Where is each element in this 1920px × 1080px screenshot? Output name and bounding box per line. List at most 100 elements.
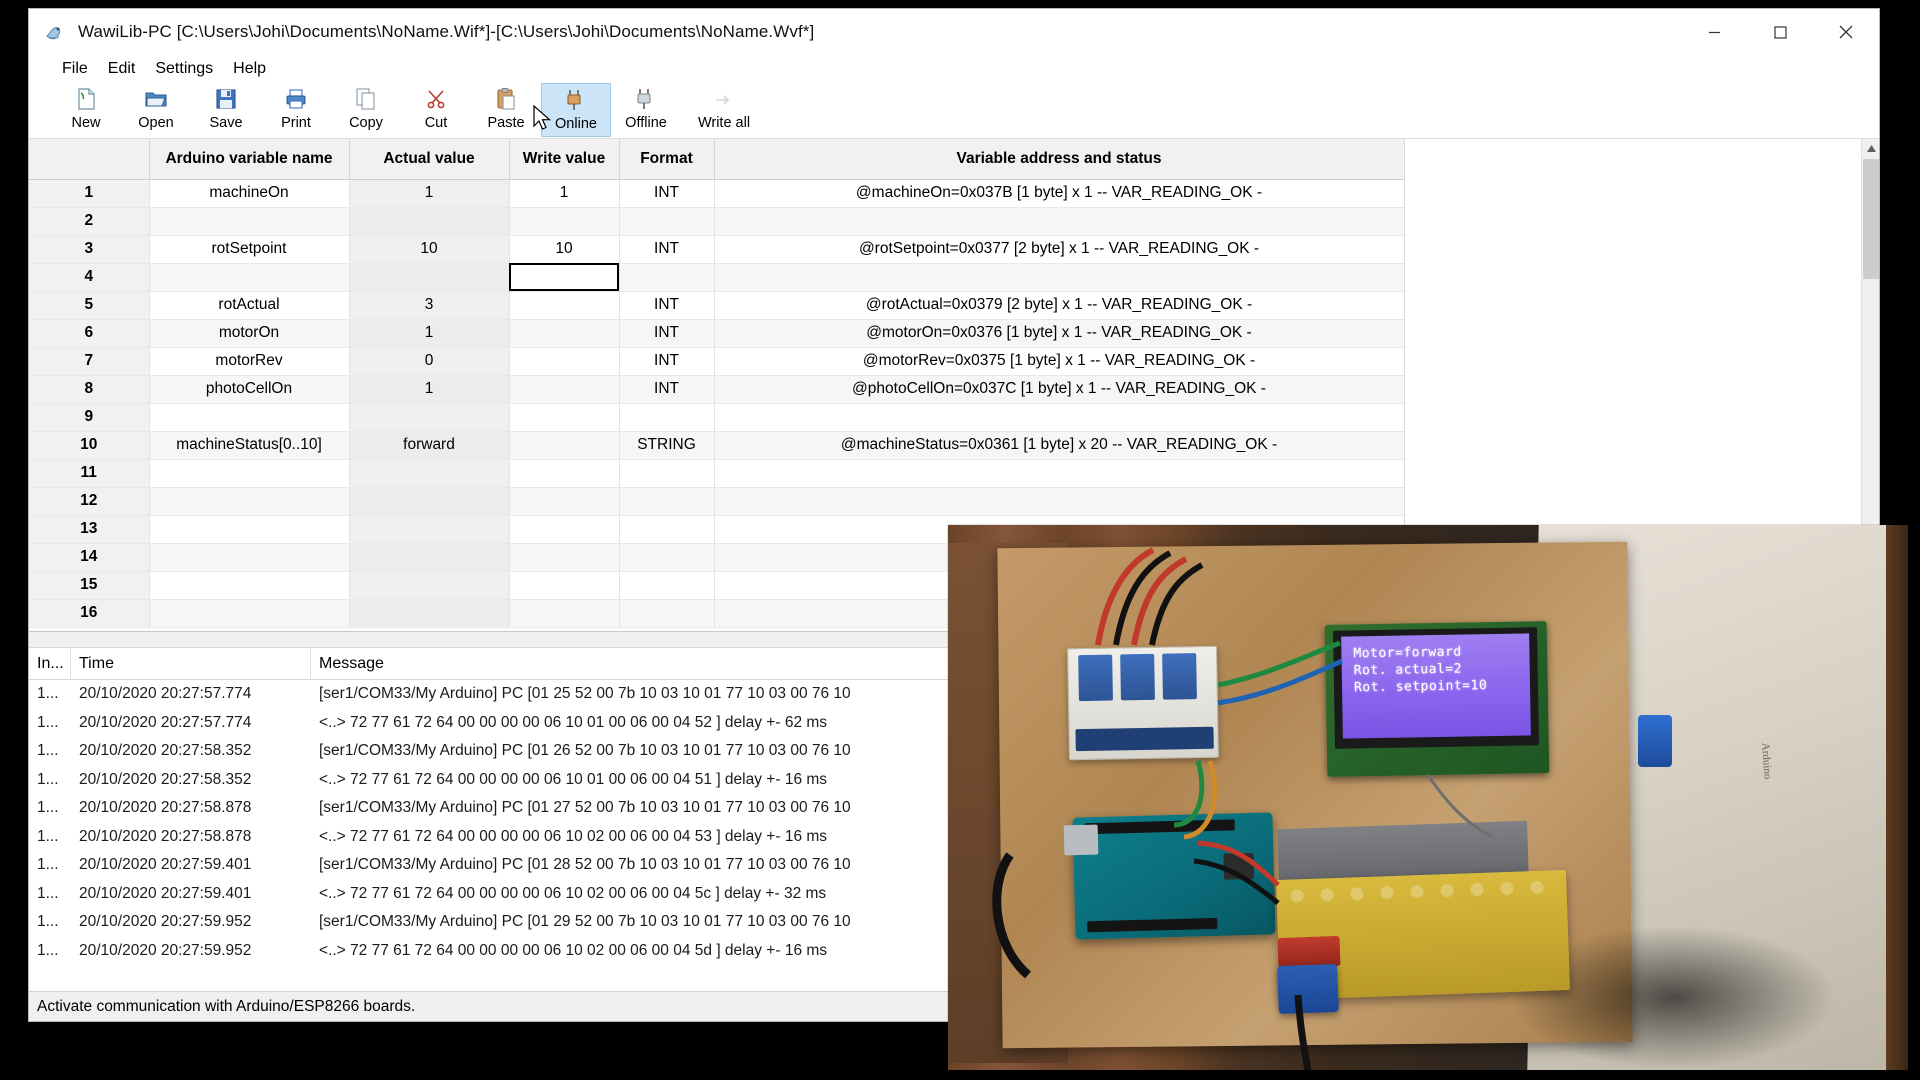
grid-cell-actual[interactable] xyxy=(349,515,510,544)
table-row[interactable]: 4 xyxy=(29,263,1405,292)
grid-cell-name[interactable] xyxy=(149,543,350,572)
grid-scroll-thumb[interactable] xyxy=(1863,159,1879,279)
grid-cell-actual[interactable]: 1 xyxy=(349,375,510,404)
table-row[interactable]: 10 machineStatus[0..10] forward STRING @mach… xyxy=(29,431,1405,460)
grid-cell-index[interactable]: 1 xyxy=(29,179,150,208)
grid-cell-address[interactable] xyxy=(714,263,1405,292)
grid-cell-format[interactable] xyxy=(619,459,715,488)
grid-cell-index[interactable]: 14 xyxy=(29,543,150,572)
toolbar-button-open[interactable]: Open xyxy=(121,83,191,137)
grid-cell-format[interactable] xyxy=(619,571,715,600)
grid-cell-actual[interactable] xyxy=(349,263,510,292)
toolbar-button-copy[interactable]: Copy xyxy=(331,83,401,137)
grid-cell-format[interactable] xyxy=(619,487,715,516)
grid-cell-index[interactable]: 8 xyxy=(29,375,150,404)
grid-header-format[interactable]: Format xyxy=(619,139,715,180)
minimize-button[interactable] xyxy=(1681,9,1747,55)
grid-cell-actual[interactable] xyxy=(349,403,510,432)
hardware-video-overlay[interactable]: Motor=forward Rot. actual=2 Rot. setpoin… xyxy=(948,525,1908,1070)
table-row[interactable]: 7 motorRev 0 INT @motorRev=0x0375 [1 byte] x… xyxy=(29,347,1405,376)
grid-cell-index[interactable]: 10 xyxy=(29,431,150,460)
grid-cell-actual[interactable] xyxy=(349,599,510,628)
grid-cell-index[interactable]: 2 xyxy=(29,207,150,236)
grid-cell-name[interactable]: rotSetpoint xyxy=(149,235,350,264)
toolbar-button-offline[interactable]: Offline xyxy=(611,83,681,137)
table-row[interactable]: 8 photoCellOn 1 INT @photoCellOn=0x037C [1 b… xyxy=(29,375,1405,404)
grid-cell-write[interactable]: 10 xyxy=(509,235,620,264)
grid-cell-write[interactable] xyxy=(509,543,620,572)
window-titlebar[interactable]: WawiLib-PC [C:\Users\Johi\Documents\NoNa… xyxy=(29,9,1879,55)
log-header-time[interactable]: Time xyxy=(71,647,311,680)
grid-cell-index[interactable]: 15 xyxy=(29,571,150,600)
table-row[interactable]: 3 rotSetpoint 10 10 INT @rotSetpoint=0x0377 [… xyxy=(29,235,1405,264)
grid-cell-address[interactable] xyxy=(714,207,1405,236)
grid-cell-name[interactable]: machineOn xyxy=(149,179,350,208)
grid-cell-address[interactable]: @motorRev=0x0375 [1 byte] x 1 -- VAR_REA… xyxy=(714,347,1405,376)
grid-cell-write[interactable] xyxy=(509,515,620,544)
grid-cell-actual[interactable]: 10 xyxy=(349,235,510,264)
grid-cell-name[interactable]: machineStatus[0..10] xyxy=(149,431,350,460)
close-button[interactable] xyxy=(1813,9,1879,55)
table-row[interactable]: 11 xyxy=(29,459,1405,488)
table-row[interactable]: 2 xyxy=(29,207,1405,236)
grid-cell-address[interactable]: @rotSetpoint=0x0377 [2 byte] x 1 -- VAR_… xyxy=(714,235,1405,264)
grid-cell-name[interactable] xyxy=(149,599,350,628)
grid-cell-write[interactable]: 1 xyxy=(509,179,620,208)
grid-cell-index[interactable]: 11 xyxy=(29,459,150,488)
grid-cell-name[interactable]: rotActual xyxy=(149,291,350,320)
grid-cell-name[interactable]: motorRev xyxy=(149,347,350,376)
grid-cell-name[interactable] xyxy=(149,571,350,600)
grid-cell-index[interactable]: 9 xyxy=(29,403,150,432)
grid-cell-address[interactable] xyxy=(714,487,1405,516)
grid-cell-write[interactable] xyxy=(509,431,620,460)
grid-cell-name[interactable]: motorOn xyxy=(149,319,350,348)
grid-cell-name[interactable] xyxy=(149,403,350,432)
grid-header-actual[interactable]: Actual value xyxy=(349,139,510,180)
grid-cell-format[interactable]: INT xyxy=(619,347,715,376)
grid-cell-address[interactable]: @rotActual=0x0379 [2 byte] x 1 -- VAR_RE… xyxy=(714,291,1405,320)
grid-cell-actual[interactable]: 3 xyxy=(349,291,510,320)
grid-cell-index[interactable]: 3 xyxy=(29,235,150,264)
grid-cell-address[interactable]: @machineOn=0x037B [1 byte] x 1 -- VAR_RE… xyxy=(714,179,1405,208)
toolbar-button-write-all[interactable]: Write all xyxy=(681,83,767,137)
grid-cell-format[interactable] xyxy=(619,263,715,292)
grid-cell-index[interactable]: 4 xyxy=(29,263,150,292)
grid-cell-actual[interactable]: 0 xyxy=(349,347,510,376)
grid-cell-write[interactable] xyxy=(509,347,620,376)
grid-cell-address[interactable]: @motorOn=0x0376 [1 byte] x 1 -- VAR_READ… xyxy=(714,319,1405,348)
grid-cell-write[interactable] xyxy=(509,459,620,488)
grid-cell-name[interactable] xyxy=(149,207,350,236)
grid-cell-write[interactable] xyxy=(509,571,620,600)
grid-cell-actual[interactable] xyxy=(349,487,510,516)
grid-cell-name[interactable] xyxy=(149,487,350,516)
toolbar-button-paste[interactable]: Paste xyxy=(471,83,541,137)
grid-cell-name[interactable] xyxy=(149,515,350,544)
grid-cell-name[interactable] xyxy=(149,459,350,488)
grid-cell-write[interactable] xyxy=(509,207,620,236)
toolbar-button-cut[interactable]: Cut xyxy=(401,83,471,137)
grid-cell-format[interactable]: INT xyxy=(619,291,715,320)
table-row[interactable]: 9 xyxy=(29,403,1405,432)
table-row[interactable]: 12 xyxy=(29,487,1405,516)
grid-cell-format[interactable] xyxy=(619,207,715,236)
grid-cell-actual[interactable] xyxy=(349,459,510,488)
toolbar-button-print[interactable]: Print xyxy=(261,83,331,137)
maximize-button[interactable] xyxy=(1747,9,1813,55)
grid-cell-write[interactable] xyxy=(509,375,620,404)
grid-header-name[interactable]: Arduino variable name xyxy=(149,139,350,180)
toolbar-button-save[interactable]: Save xyxy=(191,83,261,137)
scroll-up-icon[interactable] xyxy=(1862,139,1880,157)
grid-cell-write[interactable] xyxy=(509,599,620,628)
grid-cell-index[interactable]: 7 xyxy=(29,347,150,376)
table-row[interactable]: 1 machineOn 1 1 INT @machineOn=0x037B [1 byte… xyxy=(29,179,1405,208)
grid-header-index[interactable] xyxy=(29,139,150,180)
grid-cell-index[interactable]: 13 xyxy=(29,515,150,544)
grid-cell-format[interactable]: INT xyxy=(619,319,715,348)
table-row[interactable]: 5 rotActual 3 INT @rotActual=0x0379 [2 byte]… xyxy=(29,291,1405,320)
grid-cell-format[interactable] xyxy=(619,543,715,572)
grid-cell-format[interactable] xyxy=(619,515,715,544)
grid-cell-actual[interactable]: 1 xyxy=(349,179,510,208)
grid-cell-actual[interactable] xyxy=(349,571,510,600)
grid-cell-format[interactable]: INT xyxy=(619,235,715,264)
grid-cell-index[interactable]: 6 xyxy=(29,319,150,348)
